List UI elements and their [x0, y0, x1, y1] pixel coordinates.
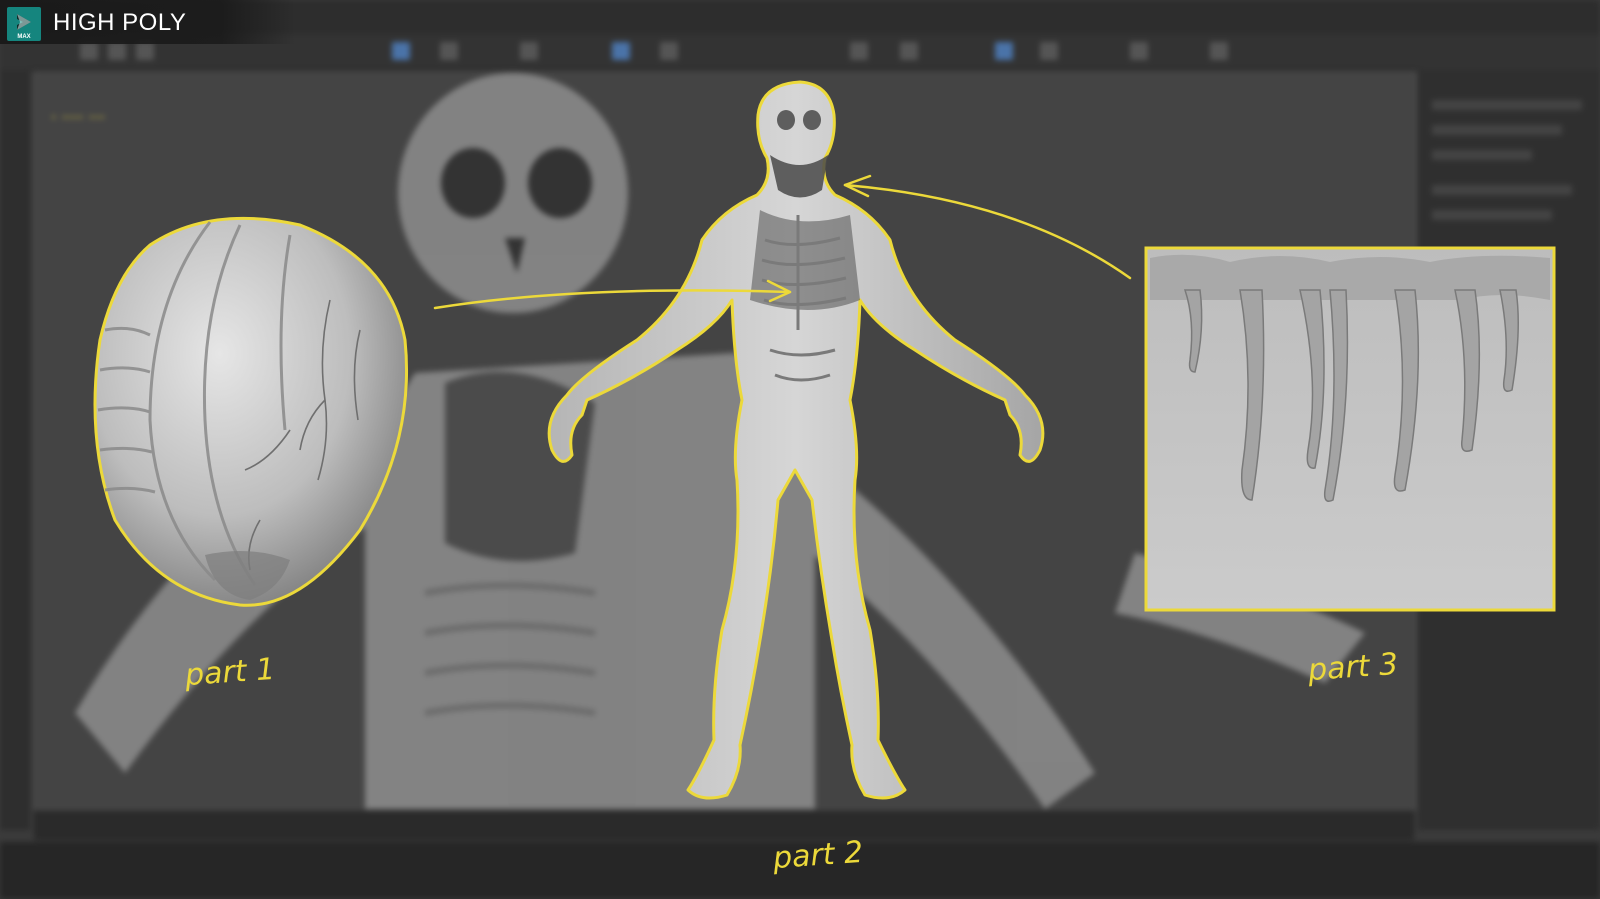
dripping-tendrils-panel: [1144, 246, 1556, 612]
flayed-humanoid-body: [547, 80, 1045, 800]
annotation-overlay: [93, 80, 1556, 800]
part-3-label: part 3: [1306, 646, 1400, 689]
part-2-label: part 2: [771, 834, 865, 877]
alien-head-sculpt: [93, 216, 409, 607]
part-1-label: part 1: [183, 651, 277, 694]
